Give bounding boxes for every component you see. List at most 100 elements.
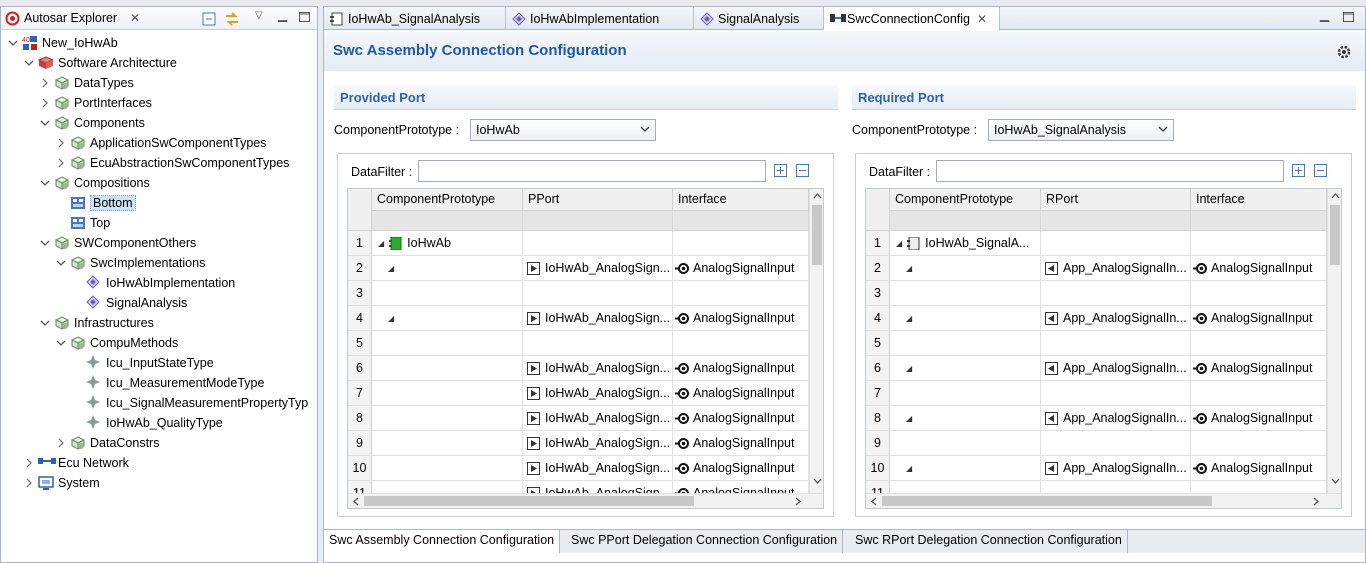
column-filter-cell[interactable]: [890, 211, 1041, 231]
settings-icon[interactable]: [1336, 44, 1352, 60]
table-cell-interface[interactable]: AnalogSignalInput: [673, 381, 809, 406]
chevron-down-icon[interactable]: [39, 237, 51, 249]
table-cell-interface[interactable]: AnalogSignalInput: [1191, 306, 1327, 331]
tree-item-bottom[interactable]: Bottom: [55, 193, 136, 213]
row-number[interactable]: 3: [866, 281, 890, 306]
tree-item-icu-signalmeasurementpropertytyp[interactable]: Icu_SignalMeasurementPropertyTyp: [71, 393, 308, 413]
collapse-all-icon[interactable]: [202, 12, 216, 26]
tab-swcconnectionconfig[interactable]: SwcConnectionConfig ✕: [824, 7, 1000, 31]
minimize-icon[interactable]: ▁: [278, 8, 287, 22]
tree-item-portinterfaces[interactable]: PortInterfaces: [39, 93, 152, 113]
table-cell-component-prototype[interactable]: [372, 406, 523, 431]
table-cell-interface[interactable]: AnalogSignalInput: [673, 306, 809, 331]
table-cell-pport[interactable]: IoHwAb_AnalogSign...: [523, 456, 673, 481]
tree-item-system[interactable]: System: [23, 473, 100, 493]
table-cell-component-prototype[interactable]: [372, 356, 523, 381]
table-cell-rport[interactable]: [1041, 381, 1191, 406]
horizontal-scrollbar[interactable]: [348, 493, 823, 508]
row-number[interactable]: 4: [348, 306, 372, 331]
close-icon[interactable]: ✕: [130, 11, 140, 25]
tab-swc-assembly-connection[interactable]: Swc Assembly Connection Configuration: [324, 530, 561, 553]
tree-item-swcimplementations[interactable]: SwcImplementations: [55, 253, 205, 273]
row-number[interactable]: 5: [348, 331, 372, 356]
collapse-all-icon[interactable]: [796, 164, 810, 178]
expand-triangle-icon[interactable]: ◢: [896, 239, 902, 248]
tree-item-iohwab-qualitytype[interactable]: IoHwAb_QualityType: [71, 413, 223, 433]
tree-item-ecuabstractionswcomponenttypes[interactable]: EcuAbstractionSwComponentTypes: [55, 153, 289, 173]
chevron-right-icon[interactable]: [55, 157, 67, 169]
row-number[interactable]: 10: [348, 456, 372, 481]
row-number[interactable]: 7: [348, 381, 372, 406]
column-filter-cell[interactable]: [523, 211, 673, 231]
table-cell-interface[interactable]: AnalogSignalInput: [673, 431, 809, 456]
table-cell-rport[interactable]: App_AnalogSignalIn...: [1041, 456, 1191, 481]
table-cell-component-prototype[interactable]: [372, 431, 523, 456]
expand-triangle-icon[interactable]: ◢: [906, 264, 912, 273]
scrollbar-thumb[interactable]: [364, 496, 694, 506]
table-cell-component-prototype[interactable]: ◢: [890, 356, 1041, 381]
table-cell-component-prototype[interactable]: ◢: [890, 256, 1041, 281]
tab-iohwab-signalanalysis[interactable]: IoHwAb_SignalAnalysis: [324, 7, 506, 30]
expand-triangle-icon[interactable]: ◢: [906, 314, 912, 323]
table-cell-rport[interactable]: [1041, 281, 1191, 306]
table-cell-interface[interactable]: [673, 231, 809, 256]
table-cell-pport[interactable]: [523, 281, 673, 306]
scroll-up-arrow[interactable]: [1331, 192, 1340, 199]
tree-item-swcomponentothers[interactable]: SWComponentOthers: [39, 233, 196, 253]
column-header[interactable]: PPort: [523, 189, 673, 211]
table-cell-rport[interactable]: App_AnalogSignalIn...: [1041, 256, 1191, 281]
maximize-icon[interactable]: [1343, 12, 1354, 22]
table-cell-rport[interactable]: [1041, 331, 1191, 356]
table-cell-interface[interactable]: AnalogSignalInput: [673, 406, 809, 431]
vertical-scrollbar[interactable]: [809, 189, 823, 493]
table-cell-interface[interactable]: [673, 331, 809, 356]
row-number[interactable]: 2: [348, 256, 372, 281]
row-number[interactable]: 4: [866, 306, 890, 331]
tree-item-software-architecture[interactable]: Software Architecture: [23, 53, 177, 73]
table-cell-interface[interactable]: AnalogSignalInput: [673, 356, 809, 381]
tab-iohwabimplementation[interactable]: IoHwAbImplementation: [506, 7, 694, 30]
expand-all-icon[interactable]: [1292, 164, 1306, 178]
table-cell-pport[interactable]: IoHwAb_AnalogSign...: [523, 431, 673, 456]
table-cell-interface[interactable]: [1191, 331, 1327, 356]
column-filter-cell[interactable]: [1191, 211, 1327, 231]
scrollbar-thumb[interactable]: [812, 205, 822, 265]
table-cell-rport[interactable]: [1041, 431, 1191, 456]
row-number[interactable]: 1: [348, 231, 372, 256]
table-cell-component-prototype[interactable]: [890, 281, 1041, 306]
table-cell-interface[interactable]: AnalogSignalInput: [1191, 406, 1327, 431]
tree-item-signalanalysis[interactable]: SignalAnalysis: [71, 293, 187, 313]
scroll-right-arrow[interactable]: [795, 497, 802, 506]
minimize-icon[interactable]: ▁: [1320, 8, 1329, 22]
table-cell-rport[interactable]: [1041, 231, 1191, 256]
tree-item-ecu-network[interactable]: Ecu Network: [23, 453, 129, 473]
scroll-left-arrow[interactable]: [352, 497, 359, 506]
scroll-down-arrow[interactable]: [1331, 478, 1340, 485]
column-filter-cell[interactable]: [673, 211, 809, 231]
expand-all-icon[interactable]: [774, 164, 788, 178]
chevron-right-icon[interactable]: [55, 437, 67, 449]
expand-triangle-icon[interactable]: ◢: [906, 364, 912, 373]
row-number[interactable]: 2: [866, 256, 890, 281]
expand-triangle-icon[interactable]: ◢: [906, 464, 912, 473]
column-filter-cell[interactable]: [1041, 211, 1191, 231]
table-cell-pport[interactable]: IoHwAb_AnalogSign...: [523, 406, 673, 431]
tree-item-compositions[interactable]: Compositions: [39, 173, 150, 193]
row-number[interactable]: 5: [866, 331, 890, 356]
table-cell-interface[interactable]: AnalogSignalInput: [673, 256, 809, 281]
table-cell-interface[interactable]: [673, 281, 809, 306]
column-header[interactable]: Interface: [673, 189, 809, 211]
tree-item-components[interactable]: Components: [39, 113, 145, 133]
table-cell-component-prototype[interactable]: [372, 456, 523, 481]
tab-swc-rport-delegation[interactable]: Swc RPort Delegation Connection Configur…: [850, 530, 1128, 553]
table-cell-rport[interactable]: App_AnalogSignalIn...: [1041, 406, 1191, 431]
table-cell-interface[interactable]: AnalogSignalInput: [1191, 256, 1327, 281]
row-number[interactable]: 1: [866, 231, 890, 256]
scroll-down-arrow[interactable]: [813, 478, 822, 485]
link-with-editor-icon[interactable]: [224, 11, 240, 27]
row-number[interactable]: 8: [866, 406, 890, 431]
chevron-right-icon[interactable]: [23, 477, 35, 489]
expand-triangle-icon[interactable]: ◢: [906, 414, 912, 423]
required-data-filter-input[interactable]: [936, 160, 1284, 182]
tree-item-icu-inputstatetype[interactable]: Icu_InputStateType: [71, 353, 214, 373]
